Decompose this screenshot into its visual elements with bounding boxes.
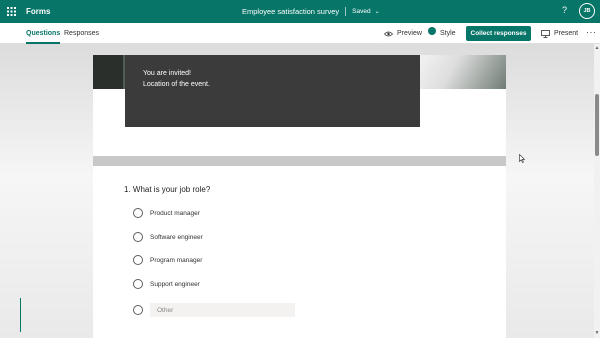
scroll-down-icon[interactable]: ▼	[594, 331, 600, 336]
eye-icon	[384, 31, 393, 37]
radio-button[interactable]	[133, 232, 143, 242]
choice-option[interactable]: Software engineer	[133, 231, 203, 243]
avatar[interactable]: JB	[579, 3, 595, 19]
app-header: Forms Employee satisfaction survey Saved…	[0, 0, 600, 23]
header-line-1: You are invited!	[143, 70, 191, 77]
help-button[interactable]: ?	[562, 5, 567, 15]
app-name[interactable]: Forms	[26, 7, 50, 16]
collect-responses-button[interactable]: Collect responses	[466, 26, 531, 41]
tab-questions[interactable]: Questions	[26, 23, 61, 44]
vertical-scrollbar[interactable]: ▲ ▼	[594, 44, 600, 338]
chevron-down-icon[interactable]: ⌄	[375, 8, 380, 15]
style-button[interactable]: Style	[428, 23, 456, 44]
form-header-card[interactable]: You are invited! Location of the event.	[93, 55, 506, 156]
tab-responses[interactable]: Responses	[64, 23, 99, 44]
monitor-icon	[541, 29, 550, 38]
question-title[interactable]: 1. What is your job role?	[124, 185, 210, 194]
choice-option-other[interactable]: Other	[133, 303, 295, 317]
header-line-2: Location of the event.	[143, 81, 210, 88]
present-label: Present	[554, 30, 579, 37]
preview-button[interactable]: Preview	[384, 23, 422, 44]
radio-button[interactable]	[133, 279, 143, 289]
save-status: Saved	[352, 8, 371, 15]
choice-label: Support engineer	[150, 280, 200, 288]
radio-button[interactable]	[133, 305, 143, 315]
mouse-cursor-icon	[519, 150, 526, 168]
banner-light-area	[416, 55, 506, 89]
scrollbar-thumb[interactable]	[595, 94, 599, 156]
choice-label: Software engineer	[150, 233, 203, 241]
palette-icon	[428, 26, 436, 35]
question-card[interactable]: 1. What is your job role? Product manage…	[93, 166, 506, 338]
preview-label: Preview	[397, 30, 422, 37]
title-divider	[345, 7, 347, 16]
form-canvas: You are invited! Location of the event. …	[0, 44, 594, 338]
choice-option[interactable]: Product manager	[133, 207, 200, 219]
waffle-icon	[6, 7, 16, 16]
left-accent-bar	[20, 298, 21, 332]
present-button[interactable]: Present	[541, 23, 578, 44]
form-title[interactable]: Employee satisfaction survey	[242, 7, 339, 16]
choice-label: Product manager	[150, 209, 200, 217]
form-title-area[interactable]: Employee satisfaction survey Saved ⌄	[242, 0, 380, 23]
scroll-up-icon[interactable]: ▲	[594, 46, 600, 51]
more-options-button[interactable]: ···	[586, 27, 597, 37]
radio-button[interactable]	[133, 255, 143, 265]
other-input[interactable]: Other	[150, 303, 295, 317]
style-label: Style	[440, 30, 456, 37]
choice-option[interactable]: Support engineer	[133, 278, 200, 290]
choice-option[interactable]: Program manager	[133, 254, 202, 266]
choice-label: Program manager	[150, 256, 203, 264]
radio-button[interactable]	[133, 208, 143, 218]
header-text-block[interactable]: You are invited! Location of the event.	[125, 55, 420, 127]
section-divider	[93, 156, 506, 166]
app-launcher-button[interactable]	[0, 0, 22, 23]
banner-plant-area	[93, 55, 123, 89]
